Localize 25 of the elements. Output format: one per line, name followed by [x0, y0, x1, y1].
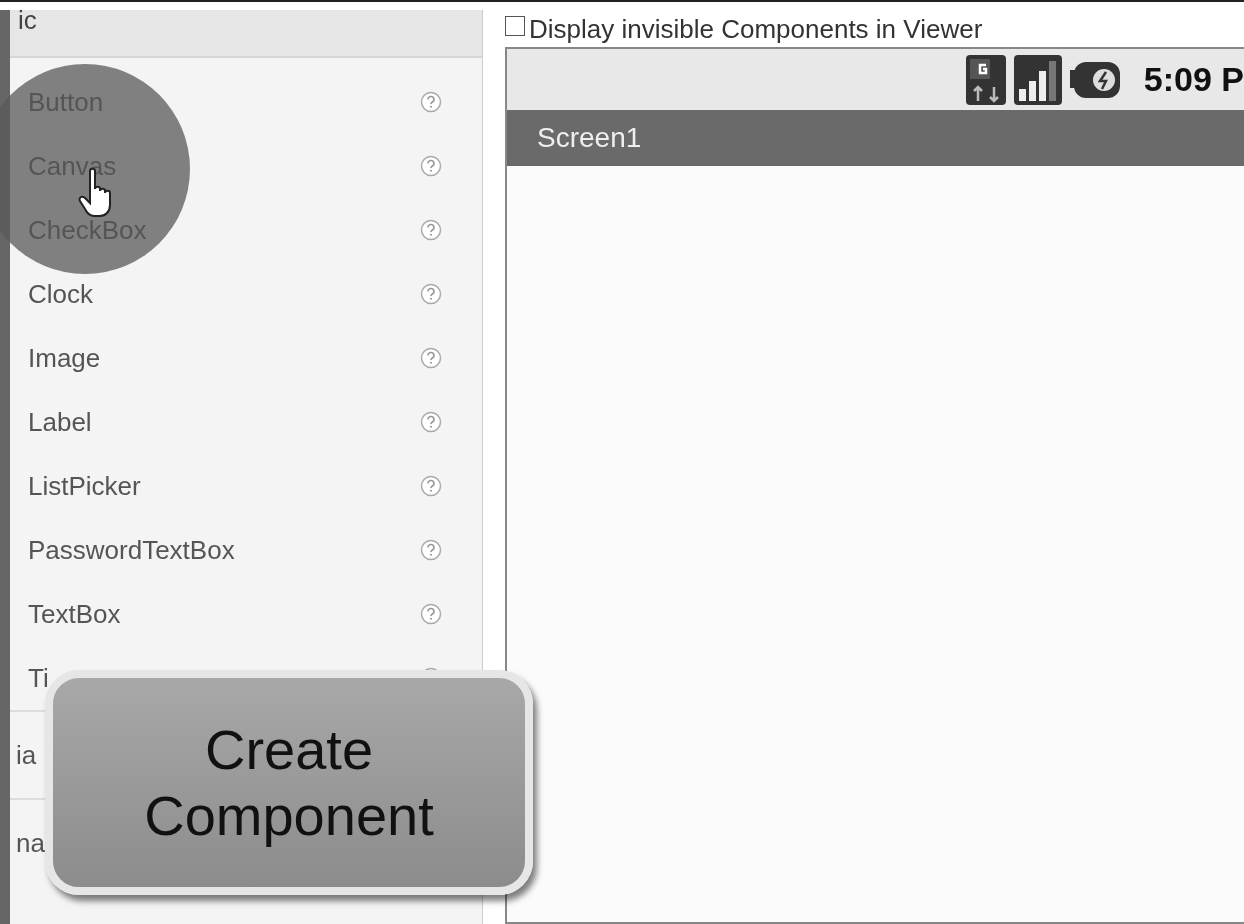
palette-item[interactable]: Image — [28, 342, 101, 374]
help-icon[interactable] — [420, 155, 442, 177]
palette-section-header[interactable]: ia — [10, 739, 37, 771]
help-icon[interactable] — [420, 283, 442, 305]
help-icon[interactable] — [420, 539, 442, 561]
palette-header[interactable]: ic — [10, 10, 482, 58]
help-icon[interactable] — [420, 219, 442, 241]
checkbox[interactable] — [505, 16, 525, 36]
palette-item[interactable]: TextBox — [28, 598, 121, 630]
palette-section-header[interactable]: na — [10, 827, 45, 859]
palette-item[interactable]: PasswordTextBox — [28, 534, 235, 566]
help-icon[interactable] — [420, 411, 442, 433]
palette-item[interactable]: Clock — [28, 278, 93, 310]
palette-item[interactable]: Label — [28, 406, 92, 438]
network-icon — [965, 54, 1006, 105]
checkbox-label: Display invisible Components in Viewer — [529, 16, 983, 42]
screen-title: Screen1 — [537, 122, 642, 154]
status-time: 5:09 P — [1143, 60, 1244, 99]
help-icon[interactable] — [420, 475, 442, 497]
signal-icon — [1013, 54, 1062, 105]
battery-icon — [1069, 59, 1120, 100]
help-icon[interactable] — [420, 603, 442, 625]
help-icon[interactable] — [420, 347, 442, 369]
palette-item[interactable]: ListPicker — [28, 470, 141, 502]
help-icon[interactable] — [420, 91, 442, 113]
